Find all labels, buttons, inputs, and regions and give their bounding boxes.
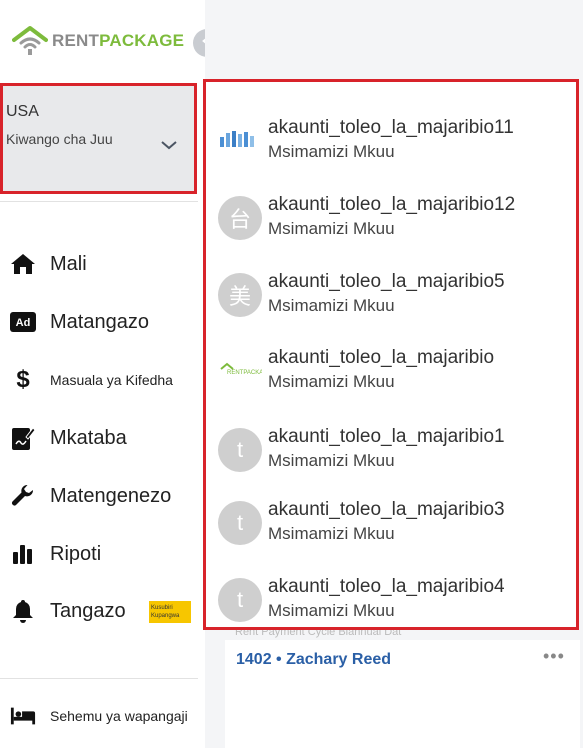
bell-icon xyxy=(10,598,36,624)
region-level: Kiwango cha Juu xyxy=(6,131,113,147)
nav-item-label: Tangazo xyxy=(50,599,126,622)
account-role: Msimamizi Mkuu xyxy=(268,219,395,238)
logo-text-rent: RENT xyxy=(52,31,100,50)
account-role: Msimamizi Mkuu xyxy=(268,296,395,315)
nav-item-label: Masuala ya Kifedha xyxy=(50,372,173,388)
account-avatar: 台 xyxy=(218,196,262,240)
region-selector[interactable]: USA Kiwango cha Juu xyxy=(0,83,197,194)
nav-item-label: Ripoti xyxy=(50,542,102,565)
account-role: Msimamizi Mkuu xyxy=(268,524,395,543)
account-name: akaunti_toleo_la_majaribio xyxy=(268,347,495,368)
logo-house-icon xyxy=(12,24,48,58)
bed-icon xyxy=(10,703,36,729)
account-item[interactable]: 台 akaunti_toleo_la_majaribio12 Msimamizi… xyxy=(218,194,573,250)
wrench-icon xyxy=(10,483,36,509)
account-item[interactable]: t akaunti_toleo_la_majaribio1 Msimamizi … xyxy=(218,426,573,482)
account-avatar: t xyxy=(218,501,262,545)
divider xyxy=(0,201,198,202)
divider xyxy=(0,678,198,679)
account-avatar: t xyxy=(218,578,262,622)
account-name: akaunti_toleo_la_majaribio4 xyxy=(268,576,505,597)
account-name: akaunti_toleo_la_majaribio1 xyxy=(268,426,505,447)
account-logo-avatar: RENTPACKAGE xyxy=(218,349,262,393)
account-role: Msimamizi Mkuu xyxy=(268,372,395,391)
account-avatar: 美 xyxy=(218,273,262,317)
account-name: akaunti_toleo_la_majaribio12 xyxy=(268,194,516,215)
status-badge: Kusubiri Kupangwa xyxy=(149,601,191,623)
tenant-card[interactable]: Rent Payment Cycle Biannual Dat 1402 • Z… xyxy=(225,626,580,748)
account-role: Msimamizi Mkuu xyxy=(268,601,395,620)
account-logo-avatar xyxy=(218,119,262,163)
account-name: akaunti_toleo_la_majaribio5 xyxy=(268,271,505,292)
region-country: USA xyxy=(6,103,39,120)
account-role: Msimamizi Mkuu xyxy=(268,142,395,161)
chevron-down-icon xyxy=(160,138,178,156)
more-options-icon[interactable]: ••• xyxy=(543,646,565,667)
dollar-icon: $ xyxy=(16,366,30,393)
nav-item-label: Mkataba xyxy=(50,426,127,449)
account-item[interactable]: akaunti_toleo_la_majaribio11 Msimamizi M… xyxy=(218,117,573,173)
app-logo[interactable]: RENTPACKAGE xyxy=(12,24,184,58)
account-name: akaunti_toleo_la_majaribio3 xyxy=(268,499,505,520)
account-switcher-dropdown: akaunti_toleo_la_majaribio11 Msimamizi M… xyxy=(203,79,579,630)
sidebar: RENTPACKAGE USA Kiwango cha Juu Mali Ad … xyxy=(0,0,205,748)
account-item[interactable]: t akaunti_toleo_la_majaribio3 Msimamizi … xyxy=(218,499,573,555)
svg-text:RENTPACKAGE: RENTPACKAGE xyxy=(227,370,262,376)
account-avatar: t xyxy=(218,428,262,472)
logo-text-package: PACKAGE xyxy=(99,31,185,50)
svg-text:Ad: Ad xyxy=(16,317,31,329)
account-item[interactable]: 美 akaunti_toleo_la_majaribio5 Msimamizi … xyxy=(218,271,573,327)
account-item[interactable]: RENTPACKAGE akaunti_toleo_la_majaribio M… xyxy=(218,347,573,403)
nav-item-label: Mali xyxy=(50,252,87,275)
nav-item-label: Matangazo xyxy=(50,310,149,333)
bar-chart-icon xyxy=(10,541,36,567)
account-name: akaunti_toleo_la_majaribio11 xyxy=(268,117,514,138)
nav-item-label: Sehemu ya wapangaji xyxy=(50,708,188,724)
account-item[interactable]: t akaunti_toleo_la_majaribio4 Msimamizi … xyxy=(218,576,573,632)
account-role: Msimamizi Mkuu xyxy=(268,451,395,470)
logo-text: RENTPACKAGE xyxy=(52,31,184,51)
tenant-link[interactable]: 1402 • Zachary Reed xyxy=(236,651,391,669)
ad-icon: Ad xyxy=(10,309,36,335)
home-icon xyxy=(10,251,36,277)
contract-icon xyxy=(10,425,36,451)
nav-item-label: Matengenezo xyxy=(50,484,172,507)
